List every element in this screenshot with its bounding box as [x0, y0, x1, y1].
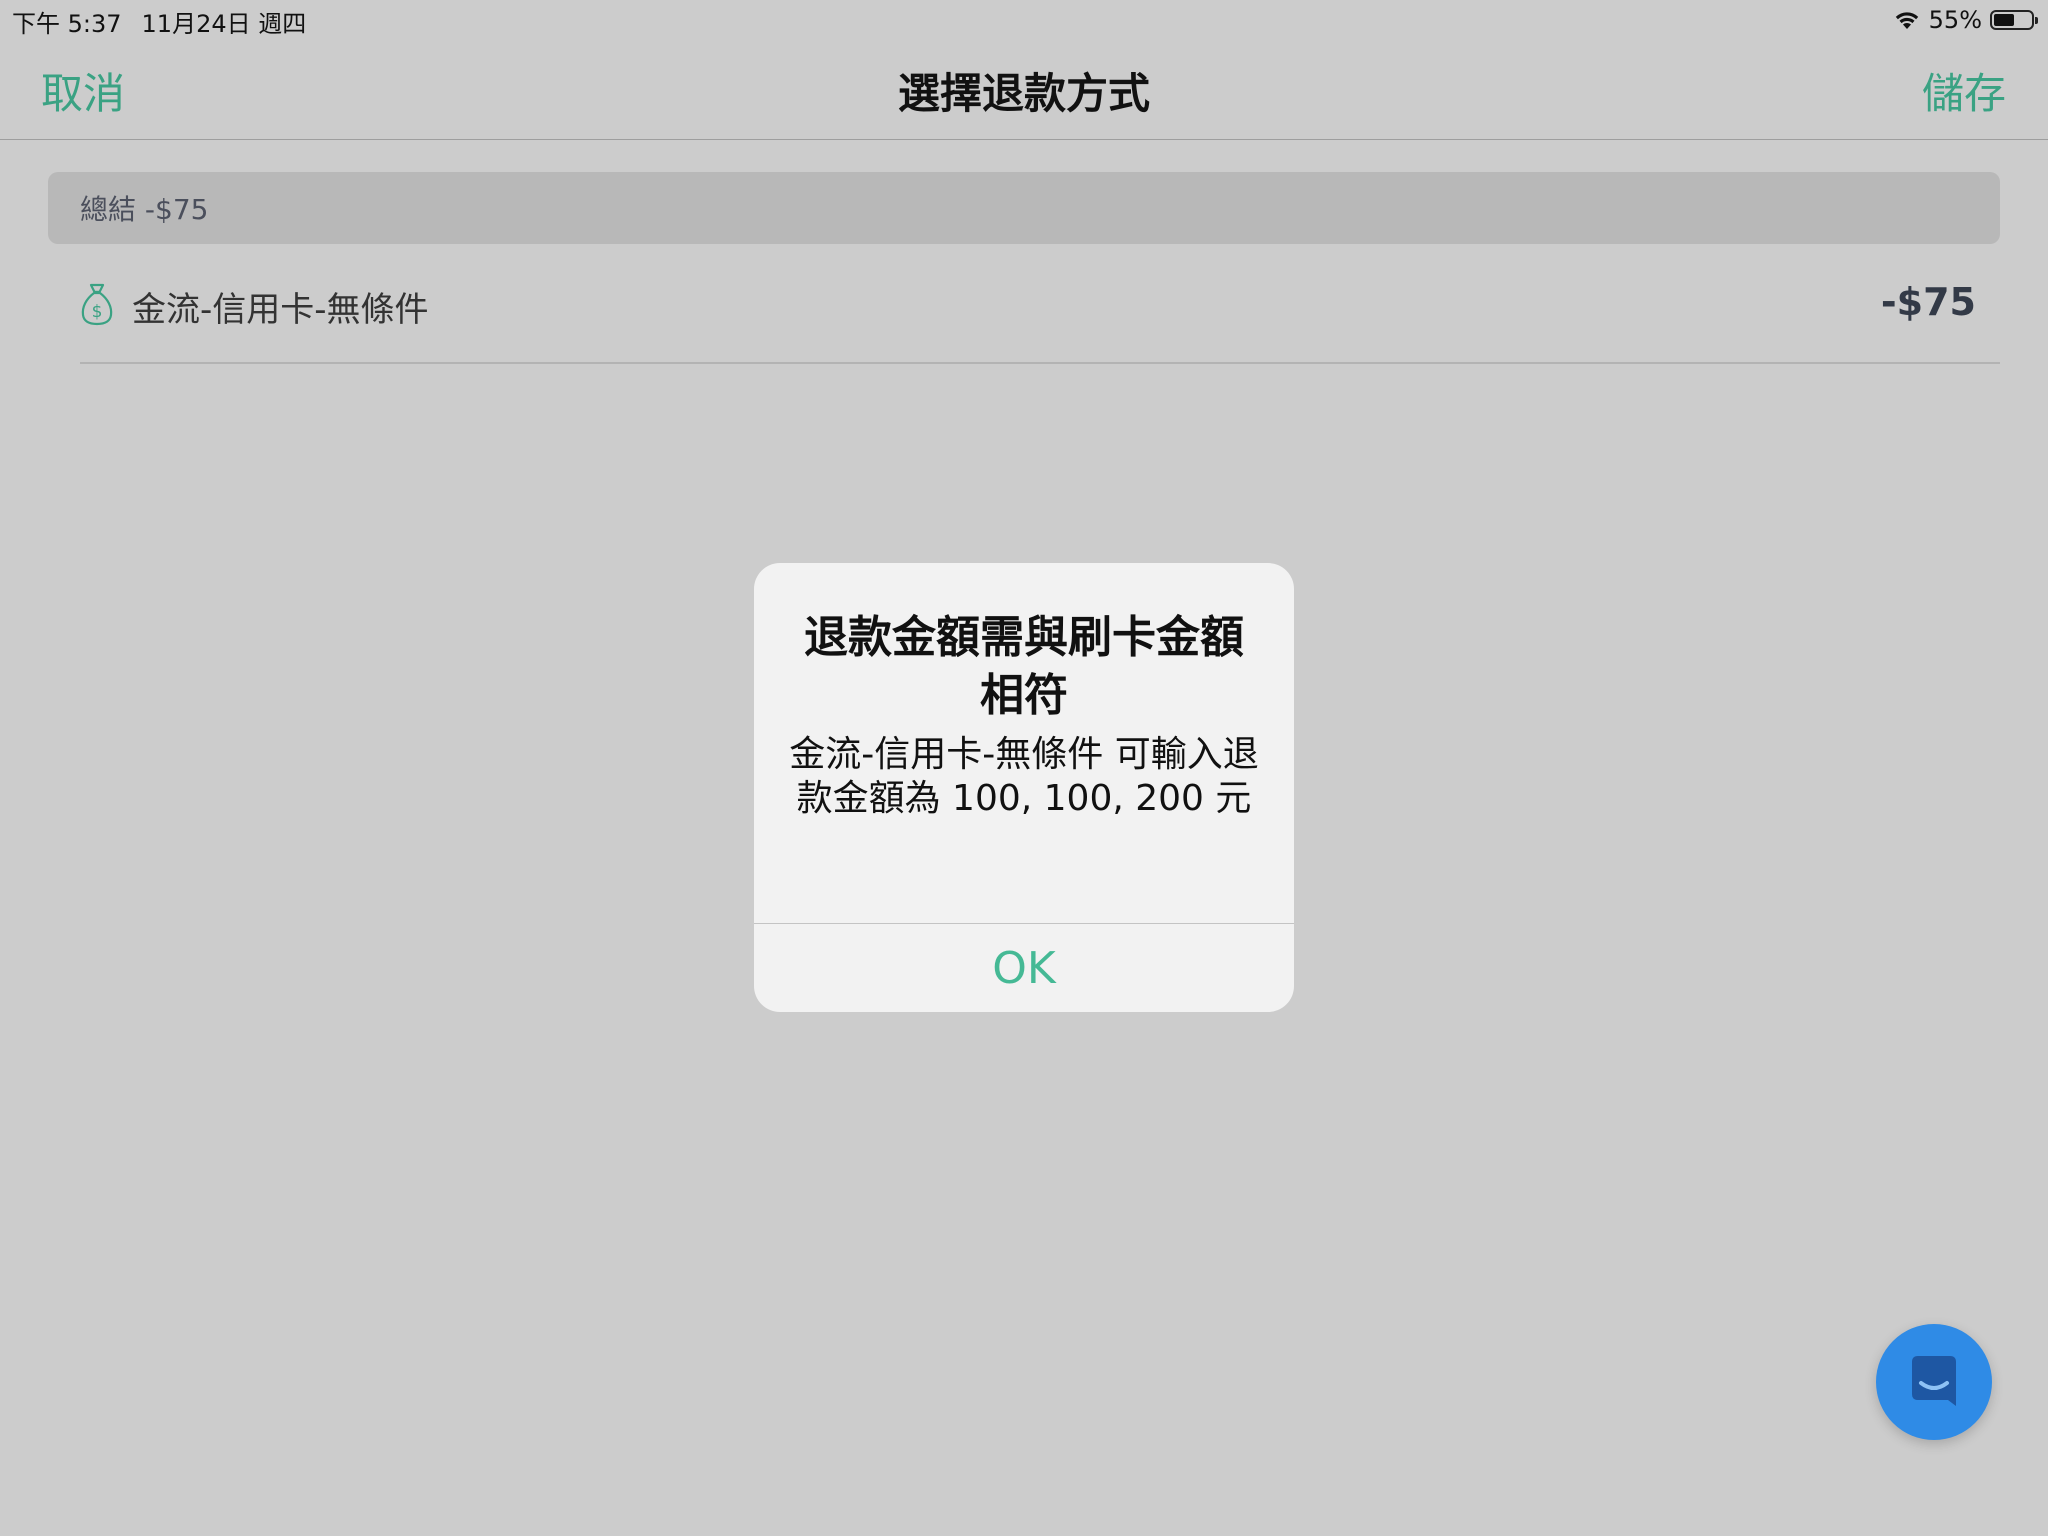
wifi-icon: [1895, 12, 1918, 29]
summary-label: 總結 -$75: [80, 193, 209, 226]
alert-message: 金流-信用卡-無條件 可輸入退款金額為 100, 100, 200 元: [789, 734, 1259, 819]
battery-icon: [1990, 10, 2038, 30]
save-button[interactable]: 儲存: [1922, 60, 2006, 121]
chat-button[interactable]: [1876, 1324, 1992, 1440]
status-time-date: 下午 5:37 11月24日 週四: [12, 4, 306, 39]
chat-icon: [1912, 1356, 1956, 1406]
summary-header: 總結 -$75: [48, 172, 2000, 244]
svg-text:$: $: [92, 302, 103, 322]
payment-method-label: 金流-信用卡-無條件: [132, 290, 429, 330]
status-date: 11月24日 週四: [141, 10, 307, 38]
status-bar: 下午 5:37 11月24日 週四 55%: [0, 0, 2048, 40]
payment-method-row[interactable]: $ 金流-信用卡-無條件 -$75: [80, 250, 2000, 364]
alert-ok-button[interactable]: OK: [754, 924, 1294, 1012]
payment-method-amount: -$75: [1880, 280, 1976, 324]
status-time: 下午 5:37: [12, 10, 122, 38]
alert-body: 退款金額需與刷卡金額相符 金流-信用卡-無條件 可輸入退款金額為 100, 10…: [754, 563, 1294, 923]
alert-dialog: 退款金額需與刷卡金額相符 金流-信用卡-無條件 可輸入退款金額為 100, 10…: [754, 563, 1294, 1012]
battery-fill: [1994, 14, 2014, 26]
page-title: 選擇退款方式: [897, 69, 1150, 118]
navigation-bar: 取消 選擇退款方式 儲存: [0, 40, 2048, 140]
alert-title: 退款金額需與刷卡金額相符: [804, 612, 1244, 721]
battery-percent: 55%: [1928, 6, 1982, 34]
money-bag-icon: $: [81, 283, 113, 326]
status-indicators: 55%: [1893, 4, 2038, 36]
